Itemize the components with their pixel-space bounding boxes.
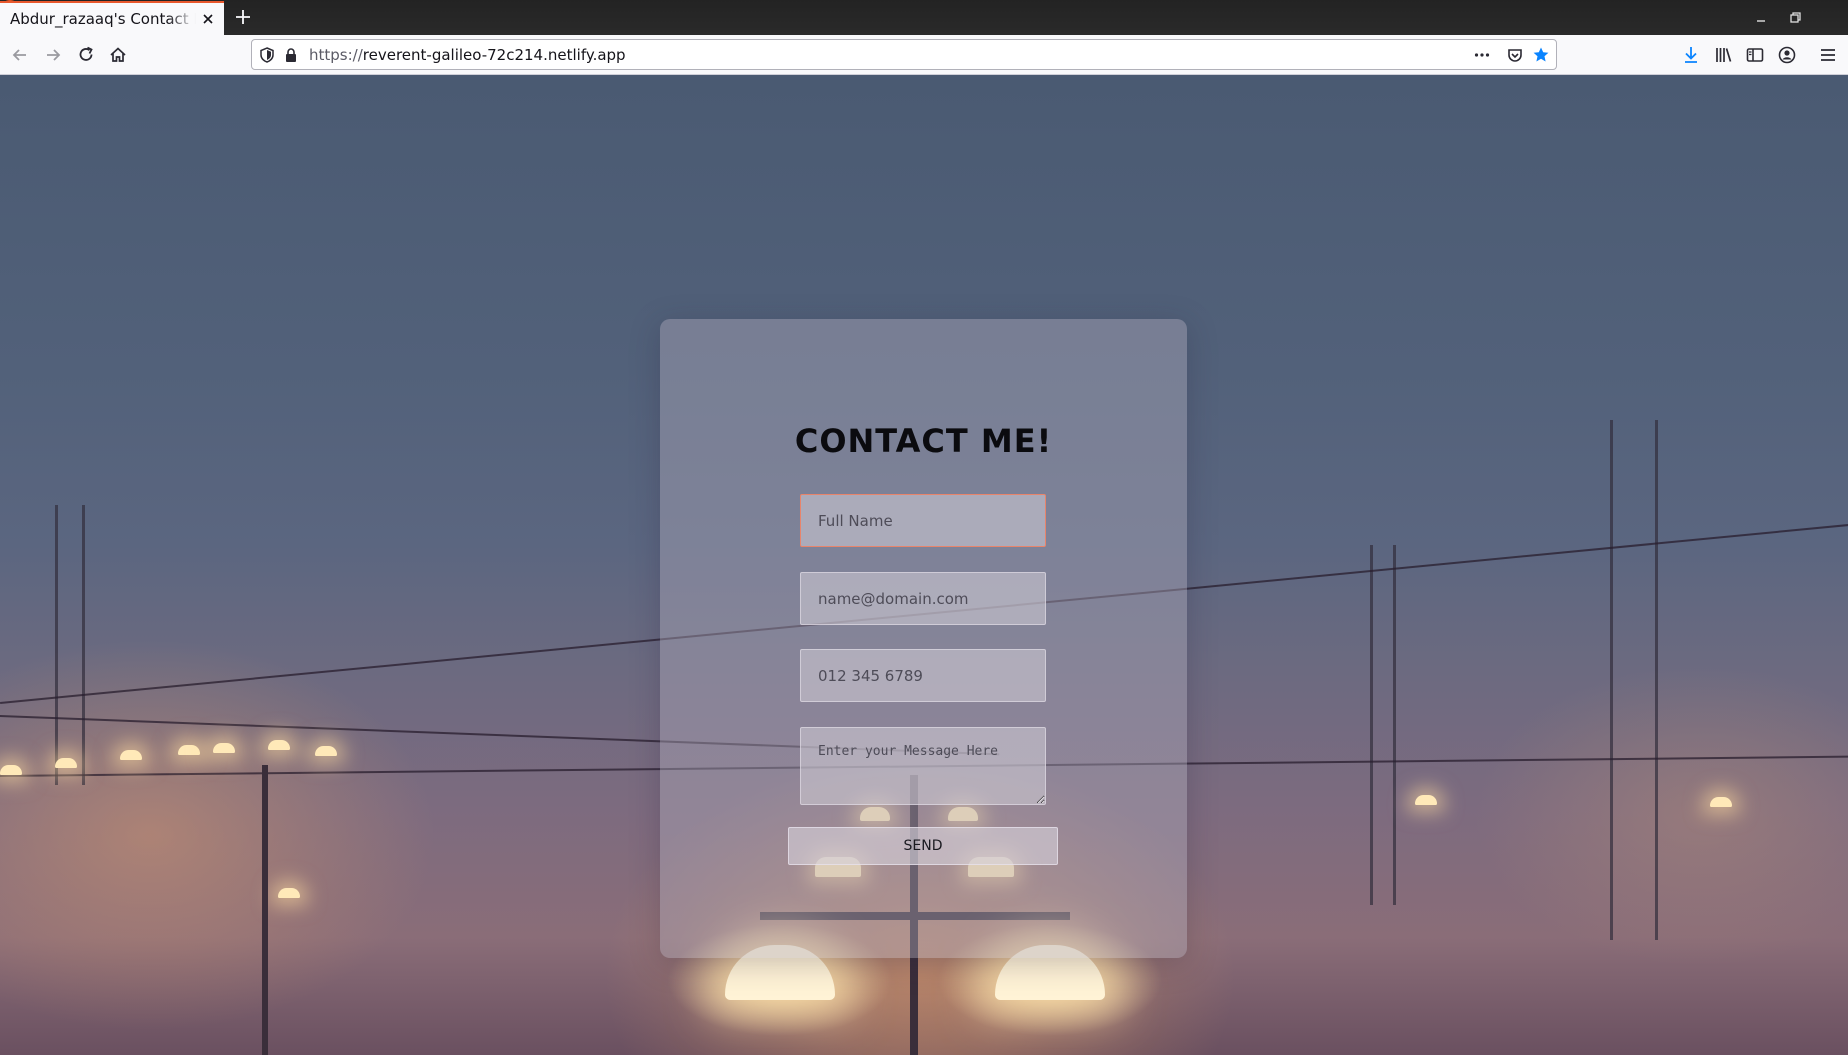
message-textarea[interactable] [800, 727, 1046, 805]
back-icon[interactable] [9, 44, 31, 66]
full-name-input[interactable] [800, 494, 1046, 547]
page-background: CONTACT ME! SEND [0, 75, 1848, 1055]
url-text[interactable]: https://reverent-galileo-72c214.netlify.… [309, 46, 626, 64]
background-pole [262, 765, 268, 1055]
background-lamp [1710, 797, 1732, 807]
phone-input[interactable] [800, 649, 1046, 702]
browser-navbar: https://reverent-galileo-72c214.netlify.… [0, 35, 1848, 75]
tab-title: Abdur_razaaq's Contact Form [10, 10, 196, 28]
background-lamp [178, 745, 200, 755]
background-lamp [213, 743, 235, 753]
background-lamp [1415, 795, 1437, 805]
minimize-icon[interactable] [1752, 9, 1770, 27]
background-lamp [0, 765, 22, 775]
restore-icon[interactable] [1786, 9, 1804, 27]
background-lamp [120, 750, 142, 760]
bookmark-star-icon[interactable] [1532, 46, 1550, 64]
download-icon[interactable] [1680, 44, 1702, 66]
background-lamp [315, 746, 337, 756]
background-tower [55, 505, 85, 785]
pocket-icon[interactable] [1506, 46, 1524, 64]
library-icon[interactable] [1712, 44, 1734, 66]
account-icon[interactable] [1776, 44, 1798, 66]
lock-icon[interactable] [282, 46, 300, 64]
reload-icon[interactable] [75, 44, 97, 66]
sidebar-icon[interactable] [1744, 44, 1766, 66]
shield-icon[interactable] [258, 46, 276, 64]
new-tab-icon[interactable] [232, 6, 254, 28]
menu-icon[interactable] [1817, 44, 1839, 66]
url-protocol: https:// [309, 46, 363, 64]
send-button[interactable]: SEND [788, 827, 1058, 865]
background-lamp [278, 888, 300, 898]
contact-form-card: CONTACT ME! SEND [660, 319, 1187, 958]
background-tower [1610, 420, 1658, 940]
home-icon[interactable] [107, 44, 129, 66]
email-input[interactable] [800, 572, 1046, 625]
more-actions-icon[interactable] [1473, 46, 1491, 64]
browser-titlebar: Abdur_razaaq's Contact Form [0, 0, 1848, 35]
background-lamp [268, 740, 290, 750]
browser-tab[interactable]: Abdur_razaaq's Contact Form [0, 1, 224, 35]
url-bar[interactable]: https://reverent-galileo-72c214.netlify.… [251, 39, 1557, 70]
close-tab-icon[interactable] [200, 11, 216, 27]
background-tower [1370, 545, 1396, 905]
url-host: reverent-galileo-72c214.netlify.app [362, 46, 626, 64]
forward-icon[interactable] [42, 44, 64, 66]
background-lamp [55, 758, 77, 768]
form-title: CONTACT ME! [794, 422, 1053, 460]
